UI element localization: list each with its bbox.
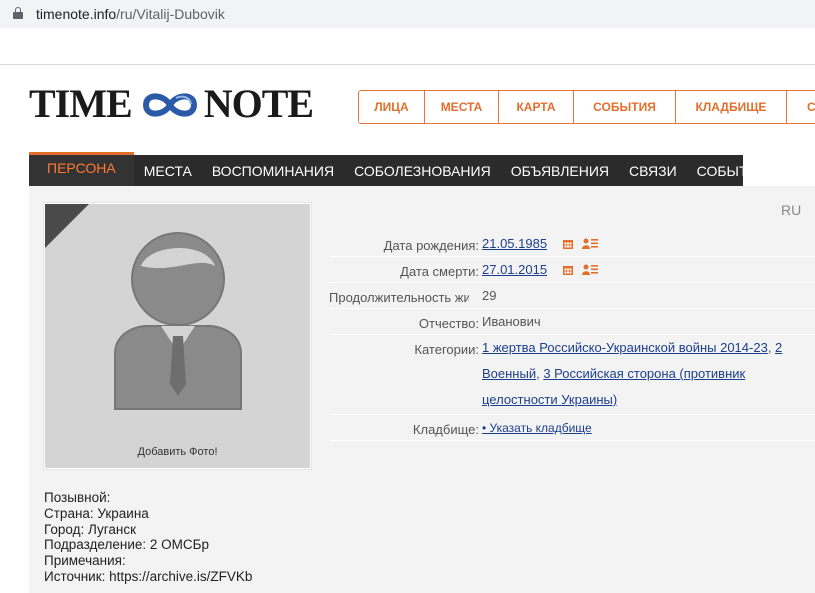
lifespan-value: 29 xyxy=(482,288,497,303)
lock-icon[interactable] xyxy=(13,7,23,19)
death-date-link[interactable]: 27.01.2015 xyxy=(482,262,547,277)
browser-address-bar[interactable]: timenote.info/ru/Vitalij-Dubovik xyxy=(0,0,815,28)
specify-cemetery-link[interactable]: • Указать кладбище xyxy=(482,421,592,435)
tab-places[interactable]: МЕСТА xyxy=(134,155,202,186)
person-notes: Позывной: Страна: Украина Город: Луганск… xyxy=(44,490,252,585)
url-path: /ru/Vitalij-Dubovik xyxy=(116,6,225,22)
lifespan-label: Продолжительность жизни: xyxy=(329,290,469,305)
topnav-events[interactable]: СОБЫТИЯ xyxy=(574,91,676,123)
birth-date-link[interactable]: 21.05.1985 xyxy=(482,236,547,251)
patronymic-label: Отчество: xyxy=(418,316,479,331)
topnav-places[interactable]: МЕСТА xyxy=(425,91,499,123)
row-cemetery: Кладбище: • Указать кладбище xyxy=(329,417,815,441)
death-date-label: Дата смерти: xyxy=(400,264,479,279)
city-line: Город: Луганск xyxy=(44,521,137,537)
tab-memories[interactable]: ВОСПОМИНАНИЯ xyxy=(202,155,344,186)
people-list-icon[interactable] xyxy=(582,238,599,249)
cemetery-label: Кладбище: xyxy=(412,422,479,437)
patronymic-value: Иванович xyxy=(482,314,541,329)
source-line: Источник: https://archive.is/ZFVKb xyxy=(44,568,253,584)
row-birth-date: Дата рождения: 21.05.1985 xyxy=(329,233,815,257)
url-host: timenote.info xyxy=(36,6,117,22)
category-link-victim[interactable]: 1 жертва Российско-Украинской войны 2014… xyxy=(482,340,768,355)
site-logo[interactable]: TIME NOTE xyxy=(29,81,314,126)
top-nav: ЛИЦА МЕСТА КАРТА СОБЫТИЯ КЛАДБИЩЕ С xyxy=(358,90,815,124)
tab-condolences[interactable]: СОБОЛЕЗНОВАНИЯ xyxy=(344,155,501,186)
calendar-icon[interactable] xyxy=(562,265,573,275)
unit-line: Подразделение: 2 ОМСБр xyxy=(44,537,209,553)
row-patronymic: Отчество: Иванович xyxy=(329,311,815,335)
tab-events[interactable]: СОБЫТИЯ xyxy=(687,155,778,186)
url-text[interactable]: timenote.info/ru/Vitalij-Dubovik xyxy=(36,6,225,22)
row-lifespan: Продолжительность жизни: 29 xyxy=(329,285,815,309)
photo-placeholder[interactable]: Добавить Фото! xyxy=(44,203,311,469)
tab-person[interactable]: ПЕРСОНА xyxy=(29,152,134,186)
row-death-date: Дата смерти: 27.01.2015 xyxy=(329,259,815,283)
tab-announcements[interactable]: ОБЪЯВЛЕНИЯ xyxy=(501,155,619,186)
categories-label: Категории: xyxy=(414,342,479,357)
tab-bar: ПЕРСОНА МЕСТА ВОСПОМИНАНИЯ СОБОЛЕЗНОВАНИ… xyxy=(29,152,768,186)
people-list-icon[interactable] xyxy=(582,264,599,275)
logo-word-left: TIME xyxy=(29,81,133,126)
add-photo-caption[interactable]: Добавить Фото! xyxy=(45,446,310,458)
person-silhouette-icon xyxy=(45,204,242,410)
topnav-map[interactable]: КАРТА xyxy=(499,91,574,123)
row-categories: Категории: 1 жертва Российско-Украинской… xyxy=(329,337,815,415)
notes-line: Примечания: xyxy=(44,553,126,569)
birth-date-label: Дата рождения: xyxy=(383,238,479,253)
calendar-icon[interactable] xyxy=(562,239,573,249)
logo-word-right: NOTE xyxy=(203,81,314,126)
callsign-line: Позывной: xyxy=(44,490,111,505)
topnav-faces[interactable]: ЛИЦА xyxy=(359,91,425,123)
header-divider xyxy=(0,64,815,65)
country-line: Страна: Украина xyxy=(44,505,149,521)
topnav-cemetery[interactable]: КЛАДБИЩЕ xyxy=(676,91,787,123)
topnav-more[interactable]: С xyxy=(787,91,815,123)
infinity-icon xyxy=(142,93,197,117)
language-switch[interactable]: RU xyxy=(781,202,801,218)
tab-relations[interactable]: СВЯЗИ xyxy=(619,155,687,186)
